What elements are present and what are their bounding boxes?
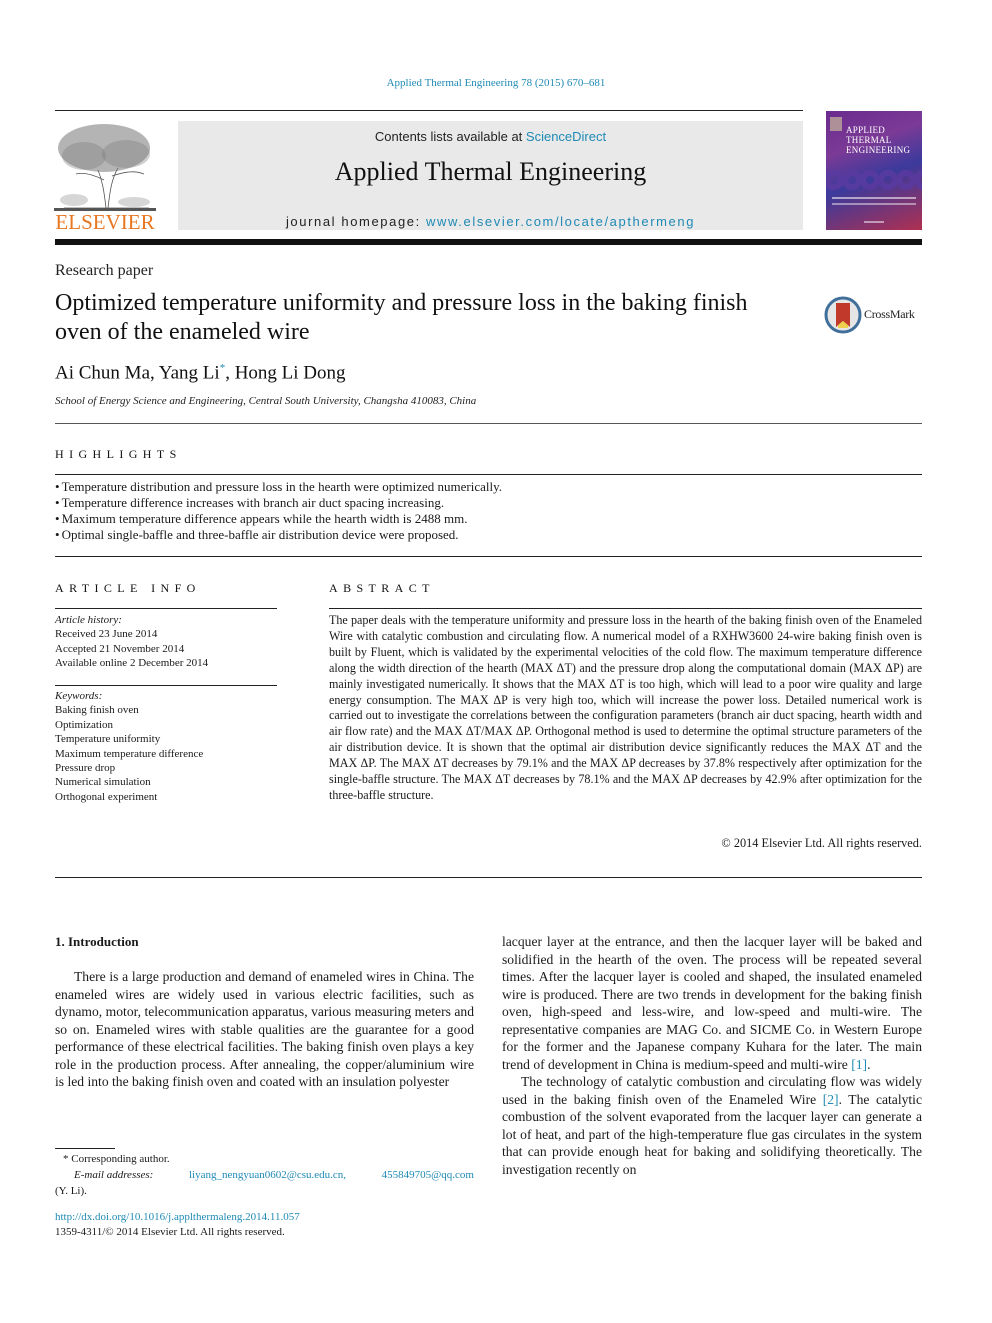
highlight-item: Maximum temperature difference appears w… (55, 511, 915, 527)
keywords-list: Keywords: Baking finish oven Optimizatio… (55, 689, 203, 804)
keywords-label: Keywords: (55, 690, 103, 702)
email-line: E-mail addresses: liyang_nengyuan0602@cs… (55, 1167, 474, 1183)
body-paragraph: The technology of catalytic combustion a… (502, 1073, 922, 1178)
email-link[interactable]: 455849705@qq.com (382, 1167, 474, 1183)
highlight-item: Temperature distribution and pressure lo… (55, 479, 915, 495)
doi-link[interactable]: http://dx.doi.org/10.1016/j.applthermale… (55, 1211, 300, 1223)
highlights-heading: HIGHLIGHTS (55, 447, 182, 461)
article-type: Research paper (55, 262, 154, 279)
cover-title: APPLIED THERMAL ENGINEERING (846, 125, 910, 155)
section-divider (55, 877, 922, 878)
keyword-item: Optimization (55, 718, 114, 731)
article-history: Article history: Received 23 June 2014 A… (55, 613, 208, 671)
crossmark-label: CrossMark (864, 307, 915, 321)
keyword-item: Numerical simulation (55, 776, 151, 789)
elsevier-logo[interactable]: ELSEVIER (54, 120, 156, 234)
section-divider (55, 556, 922, 557)
section-divider (329, 608, 922, 609)
journal-banner: Contents lists available at ScienceDirec… (178, 121, 803, 230)
email-label: E-mail addresses: (74, 1169, 154, 1181)
cover-title-line: ENGINEERING (846, 145, 911, 155)
keyword-item: Temperature uniformity (55, 733, 161, 746)
keyword-item: Baking finish oven (55, 704, 139, 717)
homepage-label: journal homepage: (285, 214, 427, 229)
section-divider (55, 423, 922, 424)
section-divider (55, 685, 277, 686)
affiliation: School of Energy Science and Engineering… (55, 395, 477, 407)
body-column-right: lacquer layer at the entrance, and then … (502, 933, 922, 1178)
journal-title: Applied Thermal Engineering (334, 157, 647, 186)
keyword-item: Pressure drop (55, 762, 116, 775)
contents-line: Contents lists available at ScienceDirec… (178, 129, 803, 144)
reference-link[interactable]: [2] (823, 1092, 839, 1107)
crossmark-badge[interactable]: CrossMark (824, 295, 924, 335)
journal-citation[interactable]: Applied Thermal Engineering 78 (2015) 67… (0, 77, 992, 89)
email-owner: (Y. Li). (55, 1185, 87, 1197)
header-thick-divider (55, 239, 922, 245)
highlights-list: Temperature distribution and pressure lo… (55, 479, 915, 543)
article-title: Optimized temperature uniformity and pre… (55, 290, 748, 345)
section-divider (55, 474, 922, 475)
history-accepted: Accepted 21 November 2014 (55, 642, 185, 655)
header-divider (55, 110, 803, 111)
author-list: Ai Chun Ma, Yang Li*, Hong Li Dong (55, 362, 346, 384)
cover-text-line (832, 203, 916, 205)
paragraph-text: lacquer layer at the entrance, and then … (502, 934, 922, 1072)
elsevier-wordmark: ELSEVIER (55, 210, 155, 234)
issn-copyright: 1359-4311/© 2014 Elsevier Ltd. All right… (55, 1226, 285, 1238)
highlight-item: Temperature difference increases with br… (55, 495, 915, 511)
introduction-heading: 1. Introduction (55, 934, 139, 949)
corresponding-author-note: * Corresponding author. (63, 1153, 170, 1165)
elsevier-tree-icon (54, 124, 156, 211)
highlight-item: Optimal single-baffle and three-baffle a… (55, 527, 915, 543)
authors-primary[interactable]: Ai Chun Ma, Yang Li (55, 362, 220, 383)
contents-prefix: Contents lists available at (374, 129, 526, 144)
authors-secondary[interactable]: , Hong Li Dong (225, 362, 345, 383)
abstract-heading: ABSTRACT (329, 581, 435, 595)
section-divider (55, 608, 277, 609)
email-link[interactable]: liyang_nengyuan0602@csu.edu.cn, (189, 1167, 346, 1183)
cover-title-line: APPLIED (846, 125, 886, 135)
reference-link[interactable]: [1] (851, 1057, 867, 1072)
footnote: * Corresponding author. E-mail addresses… (55, 1151, 474, 1199)
cover-text-line (832, 197, 916, 199)
abstract-copyright: © 2014 Elsevier Ltd. All rights reserved… (721, 836, 922, 850)
history-label: Article history: (55, 614, 122, 626)
history-online: Available online 2 December 2014 (55, 657, 209, 670)
history-received: Received 23 June 2014 (55, 628, 158, 641)
abstract-text: The paper deals with the temperature uni… (329, 613, 922, 802)
cover-text-line (864, 221, 884, 223)
sciencedirect-link[interactable]: ScienceDirect (526, 129, 606, 144)
cover-title-line: THERMAL (846, 135, 892, 145)
body-paragraph: lacquer layer at the entrance, and then … (502, 933, 922, 1073)
footnote-divider (55, 1148, 115, 1149)
body-column-left: There is a large production and demand o… (55, 968, 474, 1091)
paragraph-text: . (867, 1056, 871, 1072)
cover-chain-graphic (826, 170, 922, 190)
crossmark-icon (824, 296, 862, 334)
keyword-item: Orthogonal experiment (55, 790, 158, 803)
article-info-heading: ARTICLE INFO (55, 581, 201, 595)
journal-homepage: journal homepage: www.elsevier.com/locat… (178, 214, 803, 229)
journal-cover-image[interactable]: APPLIED THERMAL ENGINEERING (826, 111, 922, 230)
body-paragraph: There is a large production and demand o… (55, 969, 474, 1089)
keyword-item: Maximum temperature difference (55, 747, 204, 760)
homepage-link[interactable]: www.elsevier.com/locate/apthermeng (426, 214, 695, 229)
cover-emblem (830, 117, 842, 131)
